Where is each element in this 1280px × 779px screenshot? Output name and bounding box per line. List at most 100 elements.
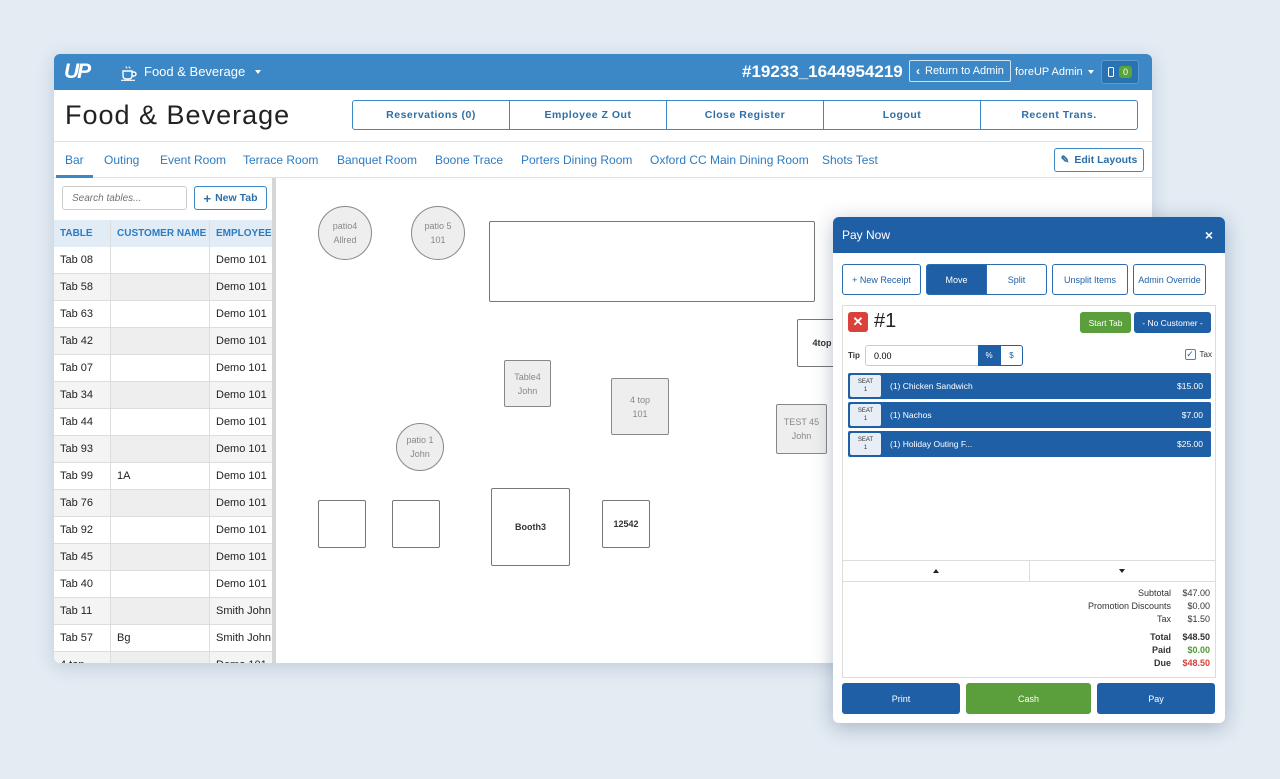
unsplit-items-button[interactable]: Unsplit Items — [1052, 264, 1128, 295]
reservations-button[interactable]: Reservations (0) — [352, 100, 510, 130]
item-price: $15.00 — [1177, 381, 1203, 391]
row-employee: Demo 101 — [210, 355, 272, 381]
foreup-logo[interactable]: UP — [64, 60, 91, 84]
table-row[interactable]: Tab 42 Demo 101 — [54, 328, 272, 355]
tab-banquet-room[interactable]: Banquet Room — [337, 153, 417, 167]
table-row[interactable]: Tab 40 Demo 101 — [54, 571, 272, 598]
edit-layouts-button[interactable]: ✎ Edit Layouts — [1054, 148, 1144, 172]
room-tabs: Bar Outing Event Room Terrace Room Banqu… — [54, 143, 1152, 178]
new-tab-label: New Tab — [215, 192, 258, 204]
table-row[interactable]: Tab 92 Demo 101 — [54, 517, 272, 544]
employee-z-out-button[interactable]: Employee Z Out — [509, 100, 667, 130]
split-button[interactable]: Split — [986, 264, 1047, 295]
delete-receipt-icon[interactable]: ✕ — [848, 312, 868, 332]
table-test45[interactable]: TEST 45 John — [776, 404, 827, 454]
table-row[interactable]: 4 top Demo 101 — [54, 652, 272, 663]
seat-badge[interactable]: SEAT 1 — [850, 404, 881, 426]
seat-badge[interactable]: SEAT 1 — [850, 433, 881, 455]
cash-button[interactable]: Cash — [966, 683, 1091, 714]
table-row[interactable]: Tab 45 Demo 101 — [54, 544, 272, 571]
row-customer — [111, 652, 210, 663]
start-tab-button[interactable]: Start Tab — [1080, 312, 1131, 333]
customer-select-button[interactable]: - No Customer - — [1134, 312, 1211, 333]
table-row[interactable]: Tab 07 Demo 101 — [54, 355, 272, 382]
table-row[interactable]: Tab 63 Demo 101 — [54, 301, 272, 328]
close-icon[interactable]: × — [1205, 227, 1213, 243]
table-row[interactable]: Tab 44 Demo 101 — [54, 409, 272, 436]
table-unnamed-1[interactable] — [318, 500, 366, 548]
table-table4[interactable]: Table4 John — [504, 360, 551, 407]
scroll-down-button[interactable] — [1030, 561, 1216, 581]
pay-button[interactable]: Pay — [1097, 683, 1215, 714]
row-employee: Demo 101 — [210, 382, 272, 408]
move-button[interactable]: Move — [926, 264, 987, 295]
new-tab-button[interactable]: + New Tab — [194, 186, 267, 210]
column-header-customer[interactable]: CUSTOMER NAME — [111, 220, 210, 247]
tab-event-room[interactable]: Event Room — [160, 153, 226, 167]
return-to-admin-button[interactable]: ‹ Return to Admin — [909, 60, 1011, 82]
device-button[interactable]: 0 — [1101, 60, 1139, 84]
page-header: Food & Beverage Reservations (0) Employe… — [54, 90, 1152, 142]
row-employee: Demo 101 — [210, 571, 272, 597]
seat-badge[interactable]: SEAT 1 — [850, 375, 881, 397]
table-row[interactable]: Tab 11 Smith John — [54, 598, 272, 625]
table-row[interactable]: Tab 57 Bg Smith John — [54, 625, 272, 652]
table-row[interactable]: Tab 34 Demo 101 — [54, 382, 272, 409]
table-name: Table4 — [514, 371, 541, 382]
admin-user-menu[interactable]: foreUP Admin — [1015, 66, 1094, 78]
table-server: John — [410, 449, 430, 459]
row-table: Tab 93 — [54, 436, 111, 462]
tax-checkbox[interactable]: ✓ — [1184, 349, 1196, 360]
receipt-item[interactable]: SEAT 1 (1) Nachos $7.00 — [848, 402, 1211, 428]
tax-toggle[interactable]: ✓ Tax — [1184, 349, 1212, 360]
table-row[interactable]: Tab 08 Demo 101 — [54, 247, 272, 274]
seat-number: 1 — [863, 445, 868, 451]
tab-porters-dining-room[interactable]: Porters Dining Room — [521, 153, 632, 167]
close-register-button[interactable]: Close Register — [666, 100, 824, 130]
tip-input[interactable] — [865, 345, 979, 366]
table-12542[interactable]: 12542 — [602, 500, 650, 548]
move-split-toggle: Move Split — [926, 264, 1047, 295]
caret-up-icon — [932, 569, 939, 573]
scroll-up-button[interactable] — [843, 561, 1030, 581]
row-employee: Smith John — [210, 598, 272, 624]
tab-oxford-main-dining-room[interactable]: Oxford CC Main Dining Room — [650, 153, 809, 167]
module-menu[interactable]: Food & Beverage — [120, 64, 262, 81]
table-row[interactable]: Tab 58 Demo 101 — [54, 274, 272, 301]
row-employee: Demo 101 — [210, 544, 272, 570]
tab-boone-trace[interactable]: Boone Trace — [435, 153, 503, 167]
table-patio1[interactable]: patio 1 John — [396, 423, 444, 471]
row-customer — [111, 382, 210, 408]
table-4-top[interactable]: 4 top 101 — [611, 378, 669, 435]
tab-terrace-room[interactable]: Terrace Room — [243, 153, 318, 167]
admin-label: foreUP Admin — [1015, 66, 1083, 78]
table-row[interactable]: Tab 99 1A Demo 101 — [54, 463, 272, 490]
logout-button[interactable]: Logout — [823, 100, 981, 130]
plus-icon: + — [203, 190, 212, 206]
recent-transactions-button[interactable]: Recent Trans. — [980, 100, 1138, 130]
table-unnamed-2[interactable] — [392, 500, 440, 548]
edit-layouts-label: Edit Layouts — [1074, 154, 1138, 166]
column-header-table[interactable]: TABLE — [54, 220, 111, 247]
receipt-item[interactable]: SEAT 1 (1) Holiday Outing F... $25.00 — [848, 431, 1211, 457]
table-patio5[interactable]: patio 5 101 — [411, 206, 465, 260]
table-row[interactable]: Tab 76 Demo 101 — [54, 490, 272, 517]
search-tables-input[interactable] — [62, 186, 187, 210]
tip-row: Tip % $ ✓ Tax — [848, 345, 1212, 366]
table-row[interactable]: Tab 93 Demo 101 — [54, 436, 272, 463]
tip-percent-button[interactable]: % — [978, 345, 1000, 366]
new-receipt-button[interactable]: + New Receipt — [842, 264, 921, 295]
row-employee: Smith John — [210, 625, 272, 651]
receipt-item[interactable]: SEAT 1 (1) Chicken Sandwich $15.00 — [848, 373, 1211, 399]
table-bar-counter[interactable] — [489, 221, 815, 302]
table-patio4[interactable]: patio4 Allred — [318, 206, 372, 260]
admin-override-button[interactable]: Admin Override — [1133, 264, 1206, 295]
column-header-employee[interactable]: EMPLOYEE — [210, 220, 272, 247]
table-booth3[interactable]: Booth3 — [491, 488, 570, 566]
due-value: $48.50 — [1182, 658, 1210, 668]
tab-bar[interactable]: Bar — [56, 153, 93, 178]
tab-outing[interactable]: Outing — [104, 153, 139, 167]
tab-shots-test[interactable]: Shots Test — [822, 153, 878, 167]
tip-dollar-button[interactable]: $ — [1000, 345, 1023, 366]
print-button[interactable]: Print — [842, 683, 960, 714]
